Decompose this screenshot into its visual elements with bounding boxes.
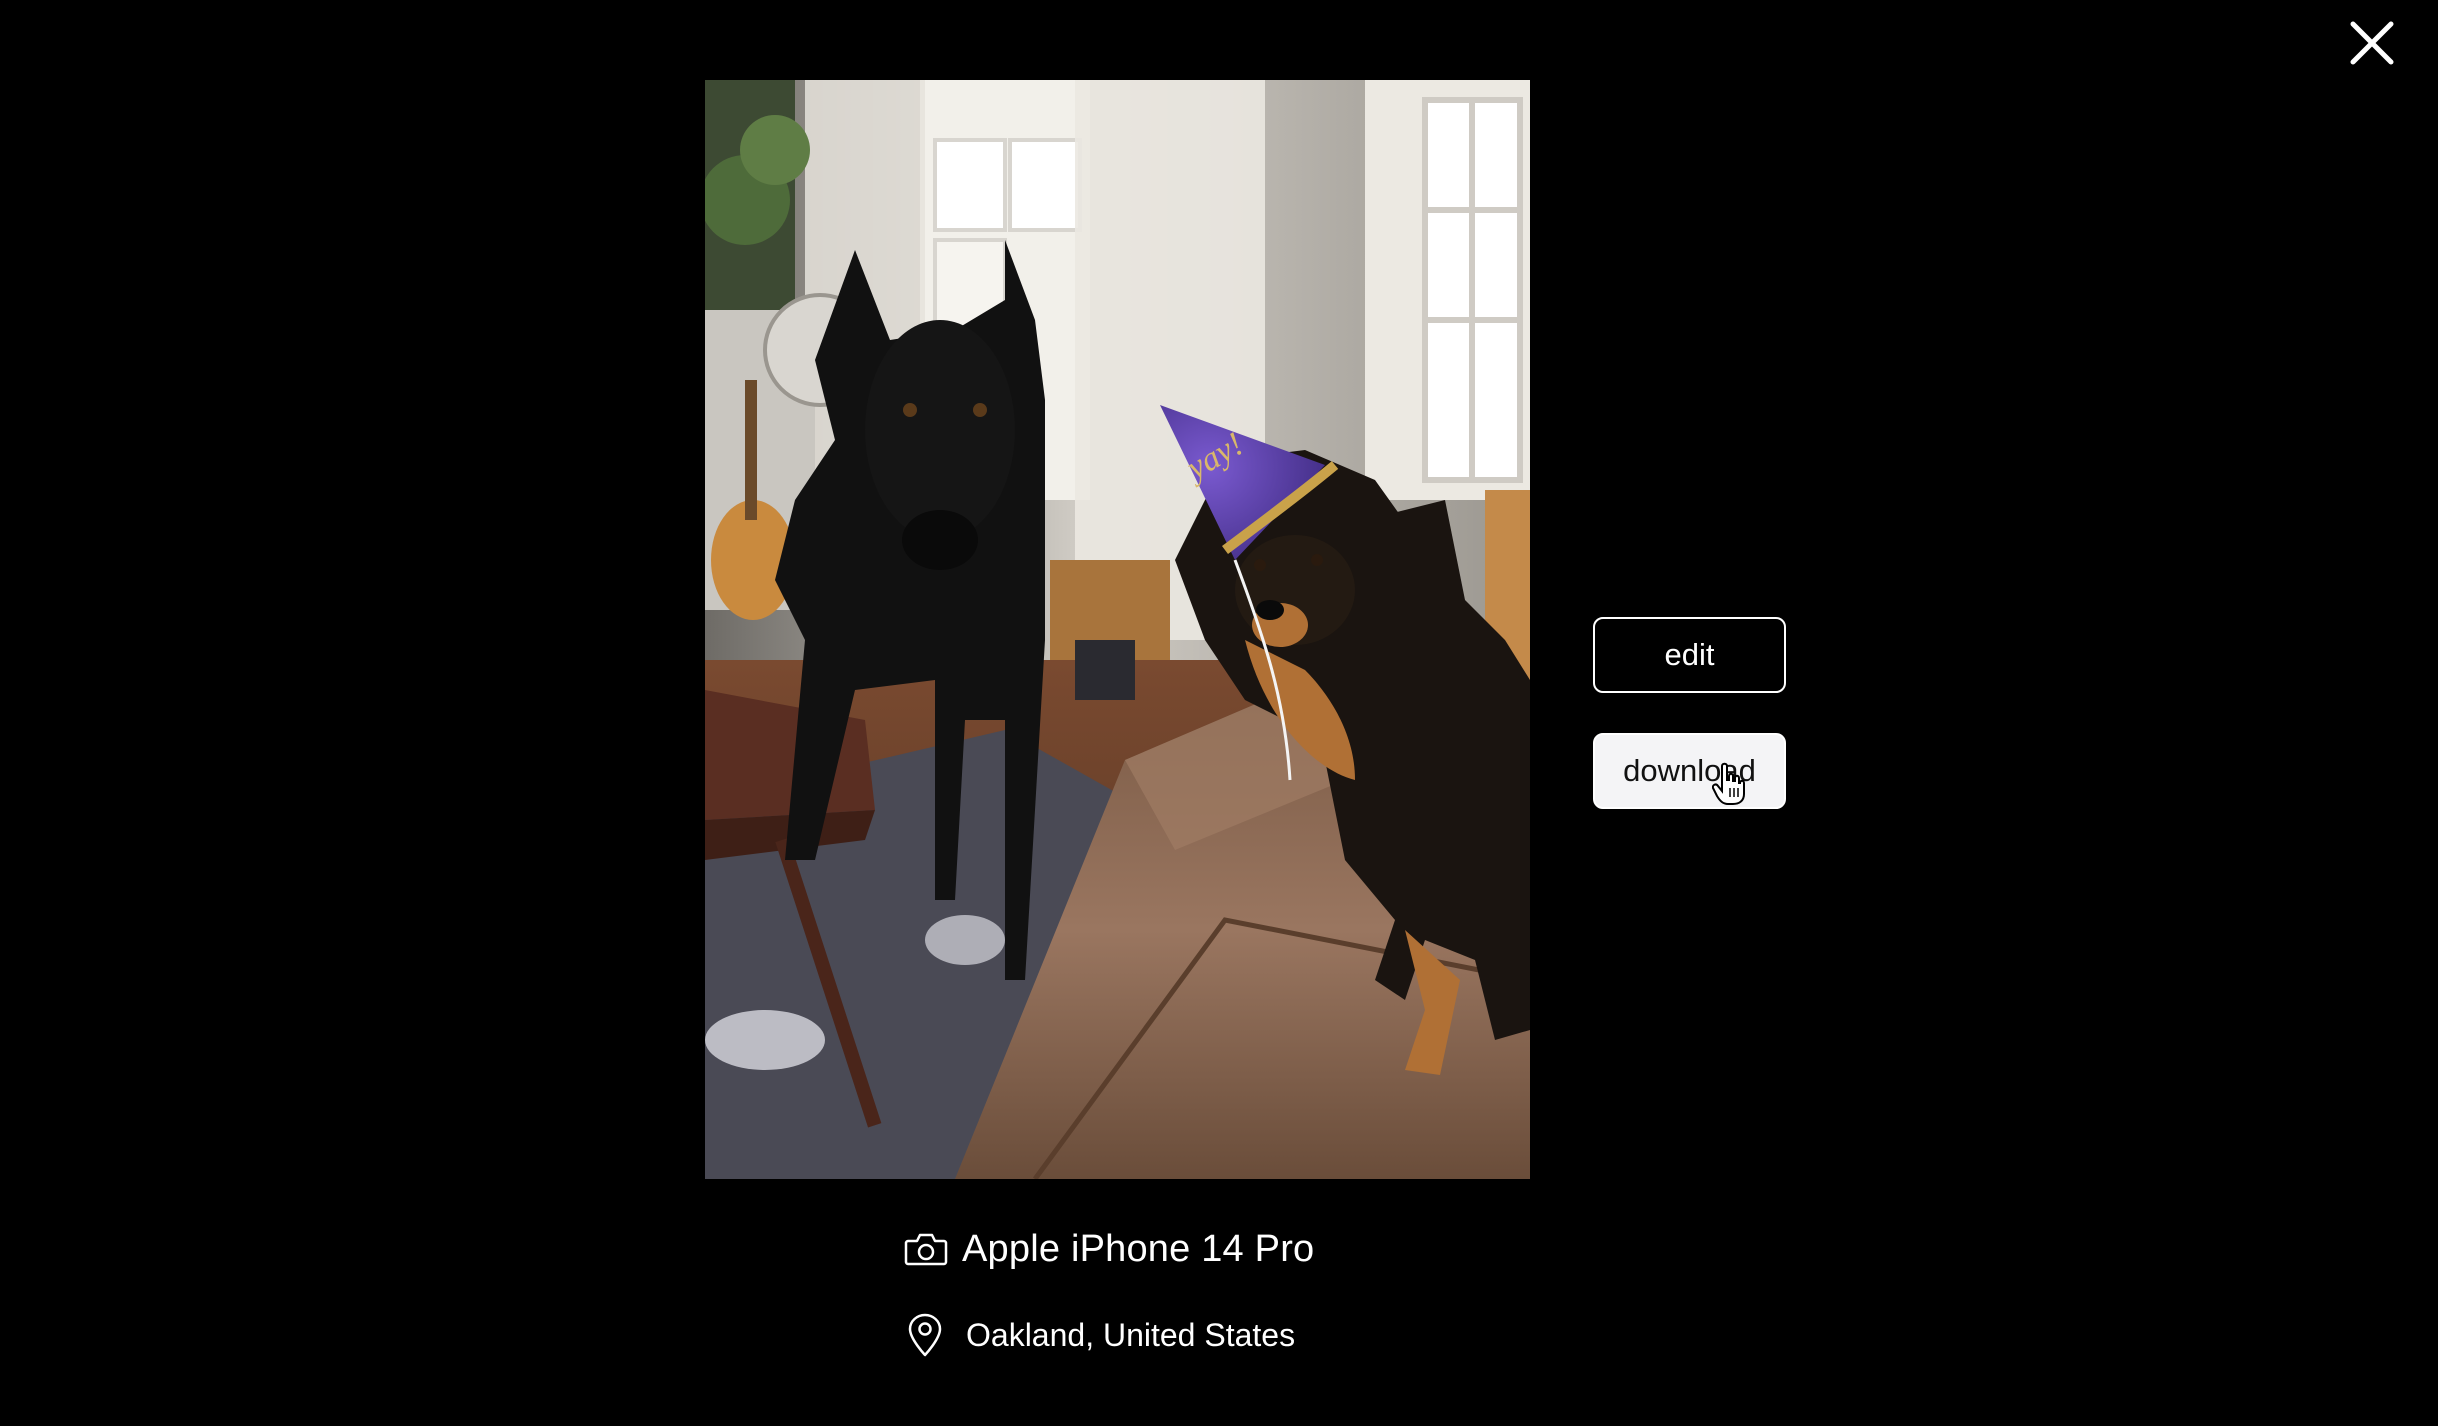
photo-viewer: yay! edit download Apple iPhone 14 Pro O…	[0, 0, 2438, 1426]
edit-button[interactable]: edit	[1593, 617, 1786, 693]
close-button[interactable]	[2341, 12, 2403, 74]
camera-icon	[904, 1231, 948, 1267]
photo-image: yay!	[705, 80, 1530, 1179]
map-pin-icon	[906, 1312, 944, 1358]
edit-button-label: edit	[1664, 637, 1715, 672]
download-button[interactable]: download	[1593, 733, 1786, 809]
location-info: Oakland, United States	[906, 1308, 1295, 1362]
camera-model: Apple iPhone 14 Pro	[962, 1227, 1315, 1270]
download-button-label: download	[1623, 753, 1756, 788]
camera-info: Apple iPhone 14 Pro	[904, 1222, 1314, 1276]
close-icon	[2350, 21, 2394, 65]
location-name: Oakland, United States	[966, 1316, 1296, 1353]
